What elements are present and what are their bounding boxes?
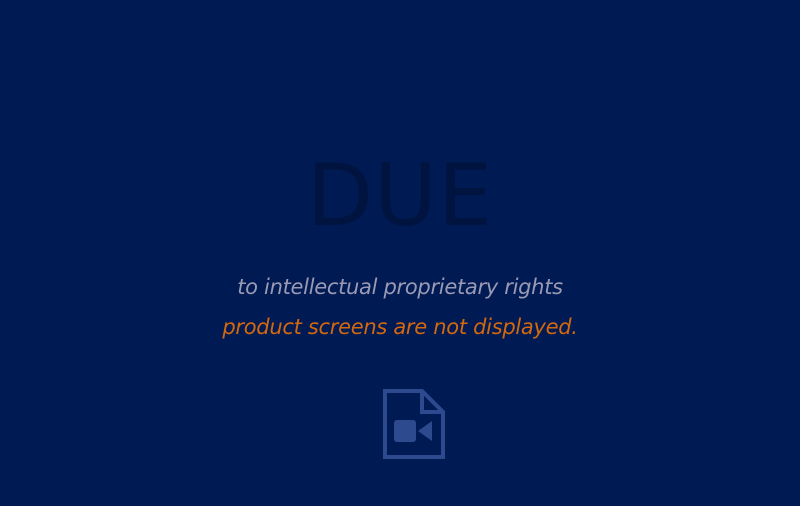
notice-headline: DUE	[306, 146, 494, 246]
placeholder-screen: DUE to intellectual proprietary rights p…	[0, 0, 800, 506]
file-video-icon	[383, 389, 445, 459]
notice-line-rights: to intellectual proprietary rights	[237, 275, 563, 299]
notice-line-not-displayed: product screens are not displayed.	[222, 315, 578, 339]
